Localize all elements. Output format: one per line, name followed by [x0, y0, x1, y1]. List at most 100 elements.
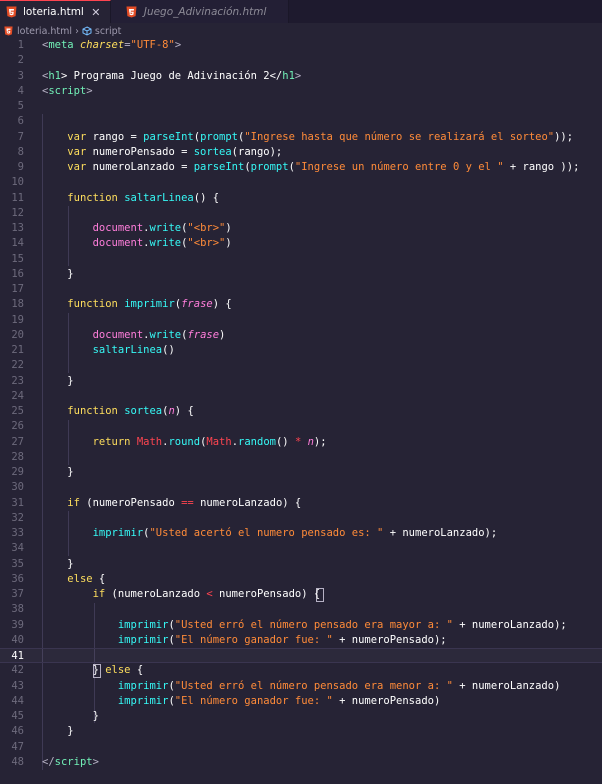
code-line[interactable]: 15 [0, 252, 602, 267]
code-token: rango = [86, 130, 144, 143]
code-token: imprimir [124, 298, 175, 311]
code-line[interactable]: 18 function imprimir(frase) { [0, 297, 602, 312]
code-token: return [92, 435, 131, 448]
line-number: 29 [11, 466, 24, 478]
code-line[interactable]: 48 </script> [0, 755, 602, 770]
symbol-icon [82, 26, 92, 36]
code-token: "El número ganador fue: " [174, 633, 333, 646]
tab-loteria[interactable]: loteria.html ✕ [0, 0, 111, 23]
code-text: else { [42, 572, 105, 587]
code-token: else [105, 664, 131, 677]
code-line[interactable]: 7 var rango = parseInt(prompt("Ingrese h… [0, 130, 602, 145]
line-number: 33 [11, 527, 24, 539]
code-line[interactable]: 37 if (numeroLanzado < numeroPensado) { [0, 587, 602, 602]
code-line[interactable]: 26 [0, 419, 602, 434]
code-token: round [168, 435, 201, 448]
code-line[interactable]: 40 imprimir("El número ganador fue: " + … [0, 633, 602, 648]
code-line[interactable]: 43 imprimir("Usted erró el número pensad… [0, 679, 602, 694]
code-line[interactable]: 1 <meta charset="UTF-8"> [0, 38, 602, 53]
code-token: ) [225, 222, 232, 234]
code-line[interactable]: 2 [0, 53, 602, 68]
code-token: ) { [174, 405, 194, 417]
code-token: function [67, 405, 118, 417]
code-line[interactable]: 24 [0, 389, 602, 404]
code-line[interactable]: 16 } [0, 267, 602, 282]
breadcrumb-symbol[interactable]: script [82, 26, 121, 37]
code-token: document [92, 222, 144, 234]
code-line[interactable]: 5 [0, 99, 602, 114]
code-token: } [42, 725, 74, 738]
code-line[interactable]: 20 document.write(frase) [0, 328, 602, 343]
code-line[interactable]: 25 function sortea(n) { [0, 404, 602, 419]
code-token: numeroPensado) { [212, 588, 321, 600]
code-line[interactable]: 33 imprimir("Usted acertó el numero pens… [0, 526, 602, 541]
code-line[interactable]: 12 [0, 206, 602, 221]
code-line[interactable]: 42 } else { [0, 663, 602, 678]
code-token: imprimir [92, 527, 144, 539]
code-token: if [92, 588, 106, 600]
code-token: function [67, 298, 118, 311]
tab-label: Juego_Adivinación.html [143, 5, 267, 18]
code-line[interactable]: 29 } [0, 465, 602, 480]
line-number: 11 [11, 191, 24, 204]
code-token: "<br>" [187, 237, 226, 250]
code-line[interactable]: 3 <h1> Programa Juego de Adivinación 2</h… [0, 69, 602, 84]
code-line[interactable]: 47 [0, 740, 602, 755]
breadcrumb-file[interactable]: loteria.html [4, 26, 72, 37]
code-line[interactable]: 30 [0, 480, 602, 495]
code-line[interactable]: 10 [0, 175, 602, 190]
code-line[interactable]: 19 [0, 313, 602, 328]
code-line[interactable]: 9 var numeroLanzado = parseInt(prompt("I… [0, 160, 602, 175]
code-line[interactable]: 11 function saltarLinea() { [0, 191, 602, 206]
code-text: } [42, 724, 74, 739]
code-line[interactable]: 34 [0, 541, 602, 556]
code-line[interactable]: 45 } [0, 709, 602, 724]
code-line[interactable]: 4 <script> [0, 84, 602, 99]
code-line[interactable]: 27 return Math.round(Math.random() * n); [0, 435, 602, 450]
code-line[interactable]: 6 [0, 114, 602, 129]
code-line[interactable]: 22 [0, 358, 602, 373]
line-number: 35 [11, 557, 24, 570]
code-line[interactable]: 44 imprimir("El número ganador fue: " + … [0, 694, 602, 709]
code-line[interactable]: 13 document.write("<br>") [0, 221, 602, 236]
code-line[interactable]: 41 [0, 648, 602, 664]
code-line[interactable]: 17 [0, 282, 602, 297]
code-text: return Math.round(Math.random() * n); [42, 435, 327, 450]
code-line[interactable]: 21 saltarLinea() [0, 343, 602, 358]
code-line[interactable]: 38 [0, 602, 602, 617]
code-token: if [67, 496, 80, 509]
code-line[interactable]: 14 document.write("<br>") [0, 236, 602, 251]
tab-juego-adivinacion[interactable]: Juego_Adivinación.html [110, 0, 290, 23]
code-line[interactable]: 23 } [0, 374, 602, 389]
code-line[interactable]: 8 var numeroPensado = sortea(rango); [0, 145, 602, 160]
code-text: <meta charset="UTF-8"> [42, 38, 181, 53]
code-line[interactable]: 35 } [0, 557, 602, 572]
code-line[interactable]: 46 } [0, 724, 602, 739]
code-line[interactable]: 28 [0, 450, 602, 465]
line-number: 32 [11, 511, 24, 524]
code-token: numeroLanzado) { [193, 496, 302, 509]
close-icon[interactable]: ✕ [90, 6, 102, 19]
code-token: ) { [212, 298, 232, 311]
code-token: > [174, 39, 182, 51]
code-line[interactable]: 39 imprimir("Usted erró el número pensad… [0, 618, 602, 633]
line-number: 31 [11, 496, 24, 509]
line-number: 39 [11, 618, 24, 631]
code-line[interactable]: 31 if (numeroPensado == numeroLanzado) { [0, 496, 602, 511]
code-token: saltarLinea [92, 344, 163, 356]
code-token: numeroPensado = [86, 145, 194, 158]
code-line[interactable]: 32 [0, 511, 602, 526]
code-line[interactable]: 36 else { [0, 572, 602, 587]
code-editor[interactable]: 1 <meta charset="UTF-8"> 2 3 <h1> Programa J… [0, 38, 602, 784]
line-number: 45 [11, 710, 24, 722]
code-text: } [42, 267, 73, 282]
line-number: 26 [11, 420, 24, 433]
code-token: > [294, 69, 302, 82]
line-number: 2 [17, 54, 24, 67]
